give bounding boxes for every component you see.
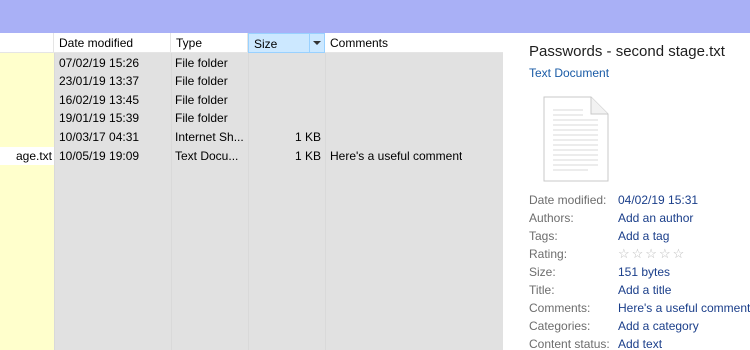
table-row[interactable]: 16/02/19 13:45 File folder <box>0 91 503 109</box>
cell-name-text: age.txt <box>15 149 52 163</box>
details-pane: Passwords - second stage.txt Text Docume… <box>503 33 750 350</box>
prop-size: Size: 151 bytes <box>529 263 750 281</box>
prop-key: Rating: <box>529 247 568 261</box>
header-comments[interactable]: Comments <box>325 33 503 53</box>
cell-comment: Here's a useful comment <box>330 149 463 163</box>
prop-categories: Categories: Add a category <box>529 317 750 335</box>
cell-type: File folder <box>175 93 228 107</box>
add-title-link[interactable]: Add a title <box>618 281 671 299</box>
prop-rating: Rating: ☆☆☆☆☆ <box>529 245 750 263</box>
add-author-link[interactable]: Add an author <box>618 209 693 227</box>
header-name[interactable] <box>0 33 54 53</box>
prop-comments: Comments: Here's a useful comment <box>529 299 750 317</box>
cell-type: File folder <box>175 74 228 88</box>
table-row[interactable]: age.txt 10/05/19 19:09 Text Docu... 1 KB… <box>0 147 503 165</box>
details-subtitle: Text Document <box>529 66 610 80</box>
table-row[interactable]: 07/02/19 15:26 File folder <box>0 54 503 72</box>
cell-name: age.txt <box>0 147 54 165</box>
chevron-down-icon <box>313 41 321 45</box>
prop-content-status: Content status: Add text <box>529 335 750 350</box>
details-title: Passwords - second stage.txt <box>529 43 725 60</box>
window-titlebar <box>0 0 750 33</box>
prop-title: Title: Add a title <box>529 281 750 299</box>
header-size-label: Size <box>254 37 278 51</box>
header-size[interactable]: Size <box>248 33 325 53</box>
cell-size: 1 KB <box>294 130 321 144</box>
prop-key: Comments: <box>529 301 591 315</box>
prop-tags: Tags: Add a tag <box>529 227 750 245</box>
text-document-icon <box>543 96 609 182</box>
cell-date: 23/01/19 13:37 <box>59 74 140 88</box>
column-header: Date modified Type Size Comments <box>0 33 503 53</box>
cell-date: 16/02/19 13:45 <box>59 93 140 107</box>
header-date-modified[interactable]: Date modified <box>54 33 171 53</box>
cell-type: File folder <box>175 111 228 125</box>
prop-key: Title: <box>529 283 555 297</box>
prop-value: 151 bytes <box>618 265 671 279</box>
prop-value: 04/02/19 15:31 <box>618 193 699 207</box>
add-text-link[interactable]: Add text <box>618 335 662 350</box>
table-row[interactable]: 10/03/17 04:31 Internet Sh... 1 KB <box>0 128 503 146</box>
table-row[interactable]: 19/01/19 15:39 File folder <box>0 109 503 127</box>
prop-key: Tags: <box>529 229 558 243</box>
cell-type: File folder <box>175 56 228 70</box>
cell-size: 1 KB <box>294 149 321 163</box>
prop-key: Size: <box>529 265 556 279</box>
add-tag-link[interactable]: Add a tag <box>618 227 669 245</box>
add-category-link[interactable]: Add a category <box>618 317 699 335</box>
size-dropdown-button[interactable] <box>309 34 324 52</box>
table-row[interactable]: 23/01/19 13:37 File folder <box>0 72 503 90</box>
prop-date-modified: Date modified: 04/02/19 15:31 <box>529 191 750 209</box>
prop-key: Categories: <box>529 319 591 333</box>
cell-date: 10/05/19 19:09 <box>59 149 140 163</box>
prop-key: Content status: <box>529 337 610 350</box>
cell-type: Text Docu... <box>175 149 239 163</box>
header-type[interactable]: Type <box>171 33 248 53</box>
prop-authors: Authors: Add an author <box>529 209 750 227</box>
cell-date: 19/01/19 15:39 <box>59 111 140 125</box>
comments-field[interactable]: Here's a useful comment <box>618 299 750 317</box>
rating-stars[interactable]: ☆☆☆☆☆ <box>618 245 686 263</box>
prop-key: Date modified: <box>529 193 607 207</box>
prop-key: Authors: <box>529 211 574 225</box>
cell-date: 10/03/17 04:31 <box>59 130 140 144</box>
cell-date: 07/02/19 15:26 <box>59 56 140 70</box>
cell-type: Internet Sh... <box>175 130 244 144</box>
